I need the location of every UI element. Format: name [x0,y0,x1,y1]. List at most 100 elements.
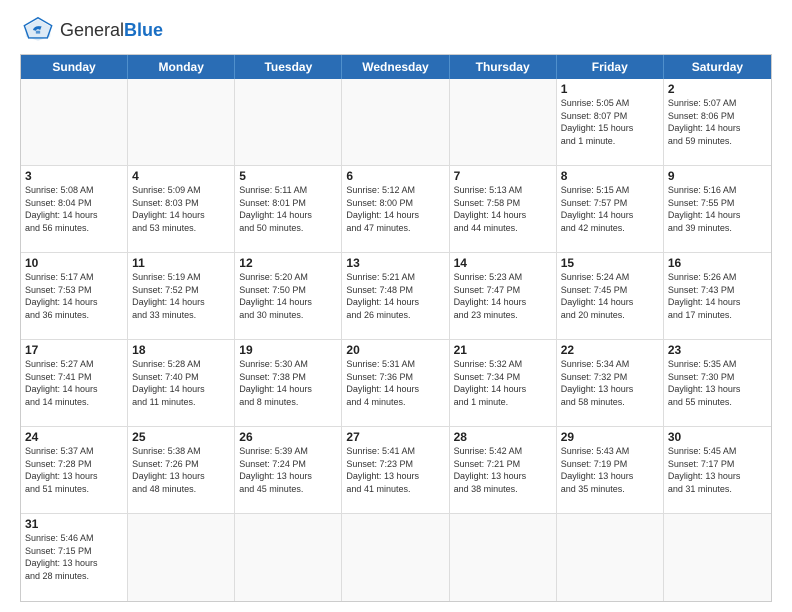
day-number: 15 [561,256,659,270]
day-number: 27 [346,430,444,444]
empty-cell [235,514,342,601]
day-cell-24: 24Sunrise: 5:37 AM Sunset: 7:28 PM Dayli… [21,427,128,514]
header: GeneralBlue [20,16,772,44]
empty-cell [128,514,235,601]
day-info: Sunrise: 5:13 AM Sunset: 7:58 PM Dayligh… [454,184,552,234]
empty-cell [342,79,449,166]
weekday-header-friday: Friday [557,55,664,79]
day-info: Sunrise: 5:42 AM Sunset: 7:21 PM Dayligh… [454,445,552,495]
day-cell-12: 12Sunrise: 5:20 AM Sunset: 7:50 PM Dayli… [235,253,342,340]
day-info: Sunrise: 5:09 AM Sunset: 8:03 PM Dayligh… [132,184,230,234]
day-info: Sunrise: 5:46 AM Sunset: 7:15 PM Dayligh… [25,532,123,582]
day-info: Sunrise: 5:39 AM Sunset: 7:24 PM Dayligh… [239,445,337,495]
day-cell-13: 13Sunrise: 5:21 AM Sunset: 7:48 PM Dayli… [342,253,449,340]
day-cell-14: 14Sunrise: 5:23 AM Sunset: 7:47 PM Dayli… [450,253,557,340]
day-cell-23: 23Sunrise: 5:35 AM Sunset: 7:30 PM Dayli… [664,340,771,427]
day-info: Sunrise: 5:19 AM Sunset: 7:52 PM Dayligh… [132,271,230,321]
day-number: 8 [561,169,659,183]
day-number: 17 [25,343,123,357]
day-number: 24 [25,430,123,444]
day-cell-27: 27Sunrise: 5:41 AM Sunset: 7:23 PM Dayli… [342,427,449,514]
day-number: 13 [346,256,444,270]
day-info: Sunrise: 5:26 AM Sunset: 7:43 PM Dayligh… [668,271,767,321]
day-cell-22: 22Sunrise: 5:34 AM Sunset: 7:32 PM Dayli… [557,340,664,427]
day-info: Sunrise: 5:05 AM Sunset: 8:07 PM Dayligh… [561,97,659,147]
weekday-header-tuesday: Tuesday [235,55,342,79]
day-info: Sunrise: 5:12 AM Sunset: 8:00 PM Dayligh… [346,184,444,234]
calendar-header: SundayMondayTuesdayWednesdayThursdayFrid… [21,55,771,79]
day-number: 20 [346,343,444,357]
day-info: Sunrise: 5:37 AM Sunset: 7:28 PM Dayligh… [25,445,123,495]
day-info: Sunrise: 5:11 AM Sunset: 8:01 PM Dayligh… [239,184,337,234]
day-cell-6: 6Sunrise: 5:12 AM Sunset: 8:00 PM Daylig… [342,166,449,253]
weekday-header-wednesday: Wednesday [342,55,449,79]
day-cell-10: 10Sunrise: 5:17 AM Sunset: 7:53 PM Dayli… [21,253,128,340]
day-number: 16 [668,256,767,270]
day-info: Sunrise: 5:28 AM Sunset: 7:40 PM Dayligh… [132,358,230,408]
day-number: 6 [346,169,444,183]
day-info: Sunrise: 5:45 AM Sunset: 7:17 PM Dayligh… [668,445,767,495]
day-number: 21 [454,343,552,357]
weekday-header-thursday: Thursday [450,55,557,79]
empty-cell [128,79,235,166]
day-number: 4 [132,169,230,183]
day-cell-29: 29Sunrise: 5:43 AM Sunset: 7:19 PM Dayli… [557,427,664,514]
day-cell-18: 18Sunrise: 5:28 AM Sunset: 7:40 PM Dayli… [128,340,235,427]
day-cell-31: 31Sunrise: 5:46 AM Sunset: 7:15 PM Dayli… [21,514,128,601]
day-number: 9 [668,169,767,183]
day-number: 7 [454,169,552,183]
day-info: Sunrise: 5:08 AM Sunset: 8:04 PM Dayligh… [25,184,123,234]
logo: GeneralBlue [20,16,163,44]
weekday-header-sunday: Sunday [21,55,128,79]
day-info: Sunrise: 5:17 AM Sunset: 7:53 PM Dayligh… [25,271,123,321]
day-cell-16: 16Sunrise: 5:26 AM Sunset: 7:43 PM Dayli… [664,253,771,340]
day-number: 14 [454,256,552,270]
day-number: 3 [25,169,123,183]
empty-cell [450,79,557,166]
day-number: 30 [668,430,767,444]
page: GeneralBlue SundayMondayTuesdayWednesday… [0,0,792,612]
day-cell-25: 25Sunrise: 5:38 AM Sunset: 7:26 PM Dayli… [128,427,235,514]
day-number: 5 [239,169,337,183]
day-number: 19 [239,343,337,357]
calendar-body: 1Sunrise: 5:05 AM Sunset: 8:07 PM Daylig… [21,79,771,601]
day-number: 12 [239,256,337,270]
day-number: 2 [668,82,767,96]
day-cell-17: 17Sunrise: 5:27 AM Sunset: 7:41 PM Dayli… [21,340,128,427]
logo-icon [20,16,56,44]
day-info: Sunrise: 5:30 AM Sunset: 7:38 PM Dayligh… [239,358,337,408]
day-cell-7: 7Sunrise: 5:13 AM Sunset: 7:58 PM Daylig… [450,166,557,253]
day-cell-11: 11Sunrise: 5:19 AM Sunset: 7:52 PM Dayli… [128,253,235,340]
day-info: Sunrise: 5:23 AM Sunset: 7:47 PM Dayligh… [454,271,552,321]
empty-cell [342,514,449,601]
day-info: Sunrise: 5:35 AM Sunset: 7:30 PM Dayligh… [668,358,767,408]
day-number: 10 [25,256,123,270]
empty-cell [21,79,128,166]
day-number: 29 [561,430,659,444]
day-cell-5: 5Sunrise: 5:11 AM Sunset: 8:01 PM Daylig… [235,166,342,253]
day-info: Sunrise: 5:24 AM Sunset: 7:45 PM Dayligh… [561,271,659,321]
day-info: Sunrise: 5:15 AM Sunset: 7:57 PM Dayligh… [561,184,659,234]
day-cell-30: 30Sunrise: 5:45 AM Sunset: 7:17 PM Dayli… [664,427,771,514]
day-info: Sunrise: 5:31 AM Sunset: 7:36 PM Dayligh… [346,358,444,408]
day-cell-28: 28Sunrise: 5:42 AM Sunset: 7:21 PM Dayli… [450,427,557,514]
day-number: 25 [132,430,230,444]
day-cell-26: 26Sunrise: 5:39 AM Sunset: 7:24 PM Dayli… [235,427,342,514]
day-info: Sunrise: 5:07 AM Sunset: 8:06 PM Dayligh… [668,97,767,147]
logo-text: GeneralBlue [60,20,163,41]
day-info: Sunrise: 5:41 AM Sunset: 7:23 PM Dayligh… [346,445,444,495]
day-cell-2: 2Sunrise: 5:07 AM Sunset: 8:06 PM Daylig… [664,79,771,166]
weekday-header-saturday: Saturday [664,55,771,79]
day-number: 11 [132,256,230,270]
day-number: 28 [454,430,552,444]
empty-cell [450,514,557,601]
day-cell-20: 20Sunrise: 5:31 AM Sunset: 7:36 PM Dayli… [342,340,449,427]
calendar: SundayMondayTuesdayWednesdayThursdayFrid… [20,54,772,602]
day-cell-15: 15Sunrise: 5:24 AM Sunset: 7:45 PM Dayli… [557,253,664,340]
weekday-header-monday: Monday [128,55,235,79]
day-number: 22 [561,343,659,357]
day-cell-1: 1Sunrise: 5:05 AM Sunset: 8:07 PM Daylig… [557,79,664,166]
day-info: Sunrise: 5:34 AM Sunset: 7:32 PM Dayligh… [561,358,659,408]
day-number: 26 [239,430,337,444]
day-cell-3: 3Sunrise: 5:08 AM Sunset: 8:04 PM Daylig… [21,166,128,253]
